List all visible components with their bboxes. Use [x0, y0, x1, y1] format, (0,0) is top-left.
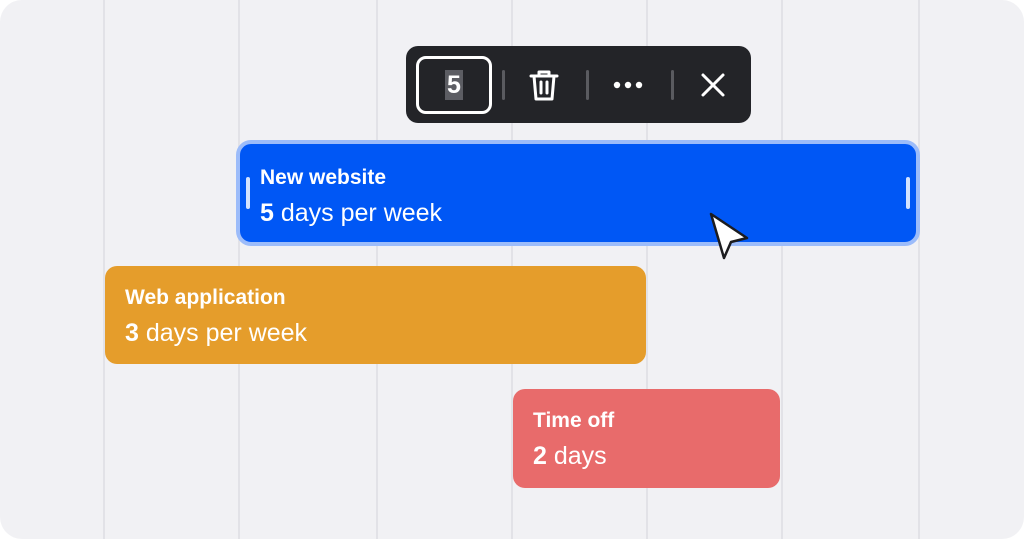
bar-unit: days per week — [280, 199, 443, 227]
mouse-pointer-icon — [709, 212, 749, 260]
bar-unit: days — [553, 442, 607, 470]
bar-title: New website — [260, 166, 387, 189]
schedule-canvas: 5 New website 5 days per week Web applic… — [0, 0, 1024, 539]
bar-allocation: 5 days per week — [260, 198, 442, 228]
resize-handle-right[interactable] — [906, 177, 910, 209]
grid-line — [781, 0, 783, 539]
toolbar-divider — [671, 70, 674, 100]
delete-button[interactable] — [523, 64, 565, 106]
bar-count: 3 — [125, 319, 139, 347]
more-horizontal-icon — [613, 81, 643, 89]
toolbar-divider — [502, 70, 505, 100]
allocation-bar-new-website[interactable]: New website 5 days per week — [236, 140, 920, 246]
days-per-week-input[interactable]: 5 — [416, 56, 492, 114]
trash-icon — [529, 70, 559, 101]
close-icon — [701, 73, 725, 97]
bar-title: Web application — [125, 286, 286, 309]
bar-count: 2 — [533, 442, 547, 470]
allocation-bar-time-off[interactable]: Time off 2 days — [513, 389, 780, 488]
close-button[interactable] — [692, 64, 734, 106]
grid-line — [918, 0, 920, 539]
toolbar-divider — [586, 70, 589, 100]
days-per-week-value: 5 — [445, 70, 463, 100]
allocation-toolbar: 5 — [406, 46, 751, 123]
grid-line — [103, 0, 105, 539]
more-options-button[interactable] — [607, 64, 649, 106]
bar-title: Time off — [533, 409, 615, 432]
bar-unit: days per week — [145, 319, 308, 347]
bar-allocation: 2 days — [533, 441, 607, 471]
resize-handle-left[interactable] — [246, 177, 250, 209]
bar-allocation: 3 days per week — [125, 318, 307, 348]
bar-count: 5 — [260, 199, 274, 227]
allocation-bar-web-application[interactable]: Web application 3 days per week — [105, 266, 646, 364]
